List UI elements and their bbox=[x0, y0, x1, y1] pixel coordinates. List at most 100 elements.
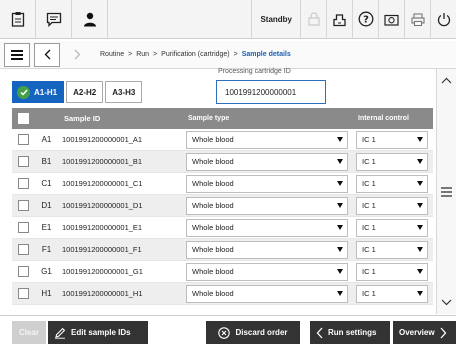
forward-button[interactable] bbox=[64, 43, 90, 67]
dropdown-arrow-icon bbox=[337, 137, 343, 142]
breadcrumb-item-purification[interactable]: Purification (cartridge) bbox=[161, 51, 229, 58]
internal-control-select[interactable]: IC 1 bbox=[356, 218, 428, 237]
dropdown-arrow-icon bbox=[417, 203, 423, 208]
row-checkbox[interactable] bbox=[18, 266, 29, 277]
internal-control-select[interactable]: IC 1 bbox=[356, 174, 428, 193]
close-circle-icon bbox=[218, 326, 231, 339]
row-checkbox[interactable] bbox=[18, 156, 29, 167]
tab-a3-h3[interactable]: A3-H3 bbox=[105, 81, 143, 103]
sample-type-value: Whole blood bbox=[192, 201, 234, 210]
scroll-down-button[interactable] bbox=[437, 293, 456, 311]
breadcrumb-item-run[interactable]: Run bbox=[136, 51, 149, 58]
internal-control-header: Internal control bbox=[358, 115, 409, 122]
tab-a2-h2[interactable]: A2-H2 bbox=[66, 81, 104, 103]
well-cell: C1 bbox=[41, 179, 52, 188]
sample-id-cell[interactable]: 1001991200000001_D1 bbox=[58, 201, 182, 210]
row-checkbox-cell bbox=[12, 222, 35, 233]
scroll-up-button[interactable] bbox=[437, 71, 456, 89]
row-checkbox[interactable] bbox=[18, 178, 29, 189]
sample-type-select[interactable]: Whole blood bbox=[186, 240, 348, 259]
message-icon[interactable] bbox=[36, 0, 72, 39]
sample-type-select[interactable]: Whole blood bbox=[186, 130, 348, 149]
check-circle-icon bbox=[17, 85, 30, 99]
overview-button[interactable]: Overview bbox=[393, 321, 456, 344]
internal-control-cell: IC 1 bbox=[352, 196, 433, 215]
internal-control-select[interactable]: IC 1 bbox=[356, 284, 428, 303]
sample-id-cell[interactable]: 1001991200000001_H1 bbox=[58, 289, 182, 298]
help-icon[interactable]: ? bbox=[352, 0, 378, 39]
clipboard-icon[interactable] bbox=[0, 0, 36, 39]
menu-button[interactable] bbox=[4, 42, 30, 67]
internal-control-value: IC 1 bbox=[362, 267, 376, 276]
sample-type-cell: Whole blood bbox=[182, 284, 352, 303]
eject-icon[interactable] bbox=[326, 0, 352, 39]
sample-type-select[interactable]: Whole blood bbox=[186, 152, 348, 171]
power-icon[interactable] bbox=[430, 0, 456, 39]
back-button[interactable] bbox=[34, 42, 60, 67]
sample-type-cell: Whole blood bbox=[182, 262, 352, 281]
sample-id-cell[interactable]: 1001991200000001_G1 bbox=[58, 267, 182, 276]
table-row: E1 1001991200000001_E1 Whole blood IC 1 bbox=[12, 217, 433, 239]
well-cell: H1 bbox=[41, 289, 52, 298]
breadcrumb-separator-icon: > bbox=[128, 51, 133, 58]
dropdown-arrow-icon bbox=[337, 225, 343, 230]
select-all-checkbox[interactable] bbox=[18, 113, 29, 124]
dropdown-arrow-icon bbox=[417, 225, 423, 230]
printer-icon[interactable] bbox=[404, 0, 430, 39]
internal-control-cell: IC 1 bbox=[352, 130, 433, 149]
sample-type-value: Whole blood bbox=[192, 289, 234, 298]
processing-cartridge-input[interactable] bbox=[216, 80, 326, 104]
sample-type-select[interactable]: Whole blood bbox=[186, 284, 348, 303]
internal-control-select[interactable]: IC 1 bbox=[356, 130, 428, 149]
sample-id-cell[interactable]: 1001991200000001_E1 bbox=[58, 223, 182, 232]
sample-type-select[interactable]: Whole blood bbox=[186, 174, 348, 193]
internal-control-select[interactable]: IC 1 bbox=[356, 152, 428, 171]
sample-type-value: Whole blood bbox=[192, 135, 234, 144]
internal-control-select[interactable]: IC 1 bbox=[356, 262, 428, 281]
tab-label: A1-H1 bbox=[34, 87, 58, 97]
internal-control-value: IC 1 bbox=[362, 135, 376, 144]
internal-control-select[interactable]: IC 1 bbox=[356, 240, 428, 259]
internal-control-select[interactable]: IC 1 bbox=[356, 196, 428, 215]
camera-icon[interactable] bbox=[378, 0, 404, 39]
breadcrumb-item-current: Sample details bbox=[241, 51, 291, 58]
scroll-thumb[interactable] bbox=[441, 187, 452, 197]
well-cell: G1 bbox=[41, 267, 52, 276]
sample-type-value: Whole blood bbox=[192, 157, 234, 166]
discard-order-button[interactable]: Discard order bbox=[206, 321, 300, 344]
chevron-right-icon bbox=[74, 49, 80, 60]
breadcrumb-item-routine[interactable]: Routine bbox=[100, 51, 124, 58]
user-icon[interactable] bbox=[72, 0, 108, 39]
sample-type-cell: Whole blood bbox=[182, 196, 352, 215]
sample-type-select[interactable]: Whole blood bbox=[186, 196, 348, 215]
tab-a1-h1[interactable]: A1-H1 bbox=[12, 81, 65, 103]
table-row: D1 1001991200000001_D1 Whole blood IC 1 bbox=[12, 195, 433, 217]
internal-control-value: IC 1 bbox=[362, 245, 376, 254]
sample-id-cell[interactable]: 1001991200000001_B1 bbox=[58, 157, 182, 166]
sample-id-cell[interactable]: 1001991200000001_F1 bbox=[58, 245, 182, 254]
well-cell: F1 bbox=[41, 245, 52, 254]
run-settings-label: Run settings bbox=[328, 328, 377, 337]
row-checkbox[interactable] bbox=[18, 222, 29, 233]
sample-type-select[interactable]: Whole blood bbox=[186, 218, 348, 237]
row-checkbox[interactable] bbox=[18, 134, 29, 145]
tab-label: A2-H2 bbox=[73, 87, 97, 97]
row-checkbox[interactable] bbox=[18, 288, 29, 299]
run-settings-button[interactable]: Run settings bbox=[310, 321, 390, 344]
row-checkbox-cell bbox=[12, 288, 35, 299]
row-checkbox[interactable] bbox=[18, 200, 29, 211]
sample-id-cell[interactable]: 1001991200000001_C1 bbox=[58, 179, 182, 188]
dropdown-arrow-icon bbox=[337, 291, 343, 296]
chevron-up-icon bbox=[441, 77, 452, 83]
internal-control-value: IC 1 bbox=[362, 289, 376, 298]
row-checkbox-cell bbox=[12, 266, 35, 277]
clear-button[interactable]: Clear bbox=[12, 321, 46, 344]
edit-sample-ids-button[interactable]: Edit sample IDs bbox=[48, 321, 148, 344]
lock-icon[interactable] bbox=[300, 0, 326, 39]
sample-id-cell[interactable]: 1001991200000001_A1 bbox=[58, 135, 182, 144]
vertical-scrollbar[interactable] bbox=[436, 69, 456, 314]
sample-type-select[interactable]: Whole blood bbox=[186, 262, 348, 281]
internal-control-value: IC 1 bbox=[362, 201, 376, 210]
status-label: Standby bbox=[251, 0, 300, 39]
row-checkbox[interactable] bbox=[18, 244, 29, 255]
